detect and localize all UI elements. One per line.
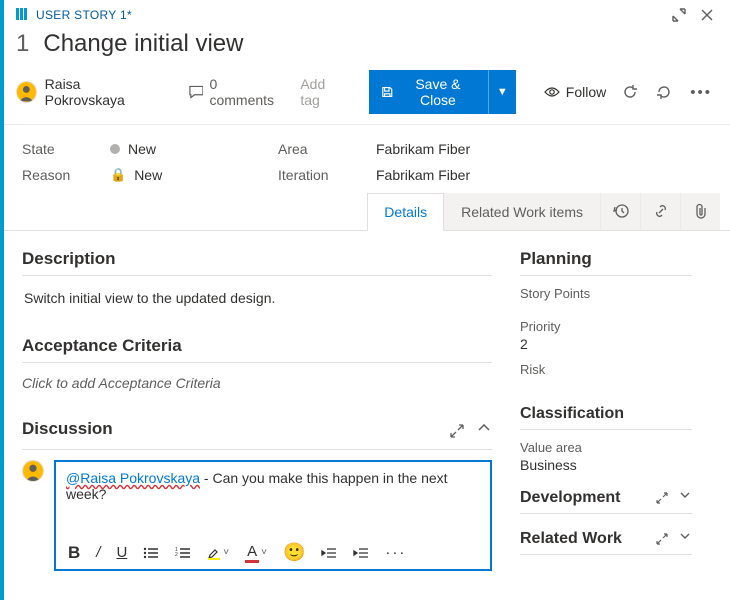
discussion-editor[interactable]: @Raisa Pokrovskaya - Can you make this h… <box>54 460 492 571</box>
follow-button[interactable]: Follow <box>544 84 606 100</box>
numbered-list-button[interactable]: 12 <box>175 546 191 560</box>
priority-value[interactable]: 2 <box>520 336 692 352</box>
add-tag[interactable]: Add tag <box>300 76 345 108</box>
related-work-title: Related Work <box>520 530 692 548</box>
emoji-button[interactable]: 🙂 <box>283 542 305 563</box>
main-column: Description Switch initial view to the u… <box>0 231 510 571</box>
acceptance-criteria-title: Acceptance Criteria <box>22 336 492 356</box>
state-label: State <box>22 141 92 157</box>
highlight-button[interactable]: ˅ <box>207 546 229 560</box>
undo-icon[interactable] <box>654 82 674 102</box>
bold-button[interactable]: B <box>68 543 80 563</box>
tab-attachments-icon[interactable] <box>680 193 720 230</box>
story-points-label: Story Points <box>520 286 692 301</box>
avatar[interactable] <box>16 81 37 103</box>
italic-button[interactable]: / <box>96 544 100 561</box>
tab-bar: Details Related Work items <box>0 193 730 231</box>
discussion-title: Discussion <box>22 419 113 439</box>
acceptance-criteria-placeholder[interactable]: Click to add Acceptance Criteria <box>22 373 492 393</box>
mention[interactable]: @Raisa Pokrovskaya <box>66 470 200 486</box>
increase-indent-button[interactable] <box>353 547 369 559</box>
comments-count[interactable]: 0 comments <box>189 76 281 108</box>
content-area: Description Switch initial view to the u… <box>0 231 730 571</box>
title-row: 1 Change initial view <box>0 26 730 66</box>
planning-title: Planning <box>520 249 692 269</box>
iteration-value[interactable]: Fabrikam Fiber <box>376 167 710 183</box>
editor-toolbar: B / U 12 ˅ A˅ 🙂 <box>56 536 490 569</box>
divider <box>22 449 492 450</box>
more-actions-icon[interactable]: ••• <box>688 82 714 103</box>
description-text[interactable]: Switch initial view to the updated desig… <box>22 286 492 310</box>
work-item-type-icon <box>16 8 30 22</box>
restore-window-icon[interactable] <box>670 6 688 24</box>
font-color-button[interactable]: A˅ <box>245 543 267 563</box>
area-label: Area <box>278 141 358 157</box>
comment-icon <box>189 85 204 99</box>
divider <box>520 429 692 430</box>
byline-row: Raisa Pokrovskaya 0 comments Add tag Sav… <box>0 66 730 125</box>
reason-label: Reason <box>22 167 92 183</box>
tab-details[interactable]: Details <box>367 193 444 231</box>
risk-label: Risk <box>520 362 692 377</box>
expand-icon[interactable] <box>654 490 670 506</box>
description-title: Description <box>22 249 492 269</box>
side-column: Planning Story Points Priority 2 Risk Cl… <box>510 231 710 571</box>
state-value[interactable]: New <box>110 141 260 157</box>
expand-icon[interactable] <box>654 531 670 547</box>
decrease-indent-button[interactable] <box>321 547 337 559</box>
chevron-up-icon[interactable] <box>476 422 492 440</box>
lock-icon: 🔒 <box>110 167 126 183</box>
more-formatting-icon[interactable]: ··· <box>385 544 406 561</box>
tab-related-work-items[interactable]: Related Work items <box>444 193 600 230</box>
work-item-title[interactable]: Change initial view <box>43 30 243 58</box>
divider <box>520 554 692 555</box>
refresh-icon[interactable] <box>620 82 640 102</box>
tab-links-icon[interactable] <box>640 193 680 230</box>
tab-history-icon[interactable] <box>600 193 640 230</box>
eye-icon <box>544 86 560 98</box>
iteration-label: Iteration <box>278 167 358 183</box>
follow-label: Follow <box>566 84 606 100</box>
area-value[interactable]: Fabrikam Fiber <box>376 141 710 157</box>
color-accent-bar <box>0 0 4 600</box>
chevron-down-icon[interactable] <box>678 490 692 506</box>
save-and-close-button[interactable]: Save & Close <box>369 70 487 114</box>
value-area-label: Value area <box>520 440 692 455</box>
divider <box>22 362 492 363</box>
save-label: Save & Close <box>400 76 476 108</box>
assigned-to[interactable]: Raisa Pokrovskaya <box>45 76 157 108</box>
discussion-text-area[interactable]: @Raisa Pokrovskaya - Can you make this h… <box>56 462 490 536</box>
chevron-down-icon[interactable] <box>678 531 692 547</box>
work-item-type-label: USER STORY 1* <box>36 8 132 22</box>
work-item-id: 1 <box>16 30 29 58</box>
state-dot-icon <box>110 144 120 154</box>
reason-value[interactable]: 🔒New <box>110 167 260 183</box>
divider <box>520 513 692 514</box>
save-dropdown-button[interactable]: ▼ <box>488 70 516 114</box>
comments-label: 0 comments <box>209 76 280 108</box>
header-row: USER STORY 1* <box>0 0 730 26</box>
avatar <box>22 460 44 482</box>
fields-grid: State New Area Fabrikam Fiber Reason 🔒Ne… <box>0 125 730 193</box>
development-title: Development <box>520 489 692 507</box>
divider <box>520 275 692 276</box>
expand-icon[interactable] <box>448 422 466 440</box>
divider <box>22 275 492 276</box>
save-icon <box>381 85 394 99</box>
classification-title: Classification <box>520 405 692 423</box>
value-area-value[interactable]: Business <box>520 457 692 473</box>
priority-label: Priority <box>520 319 692 334</box>
bullet-list-button[interactable] <box>143 546 159 560</box>
underline-button[interactable]: U <box>116 544 127 561</box>
close-icon[interactable] <box>698 6 716 24</box>
svg-text:2: 2 <box>175 552 178 558</box>
